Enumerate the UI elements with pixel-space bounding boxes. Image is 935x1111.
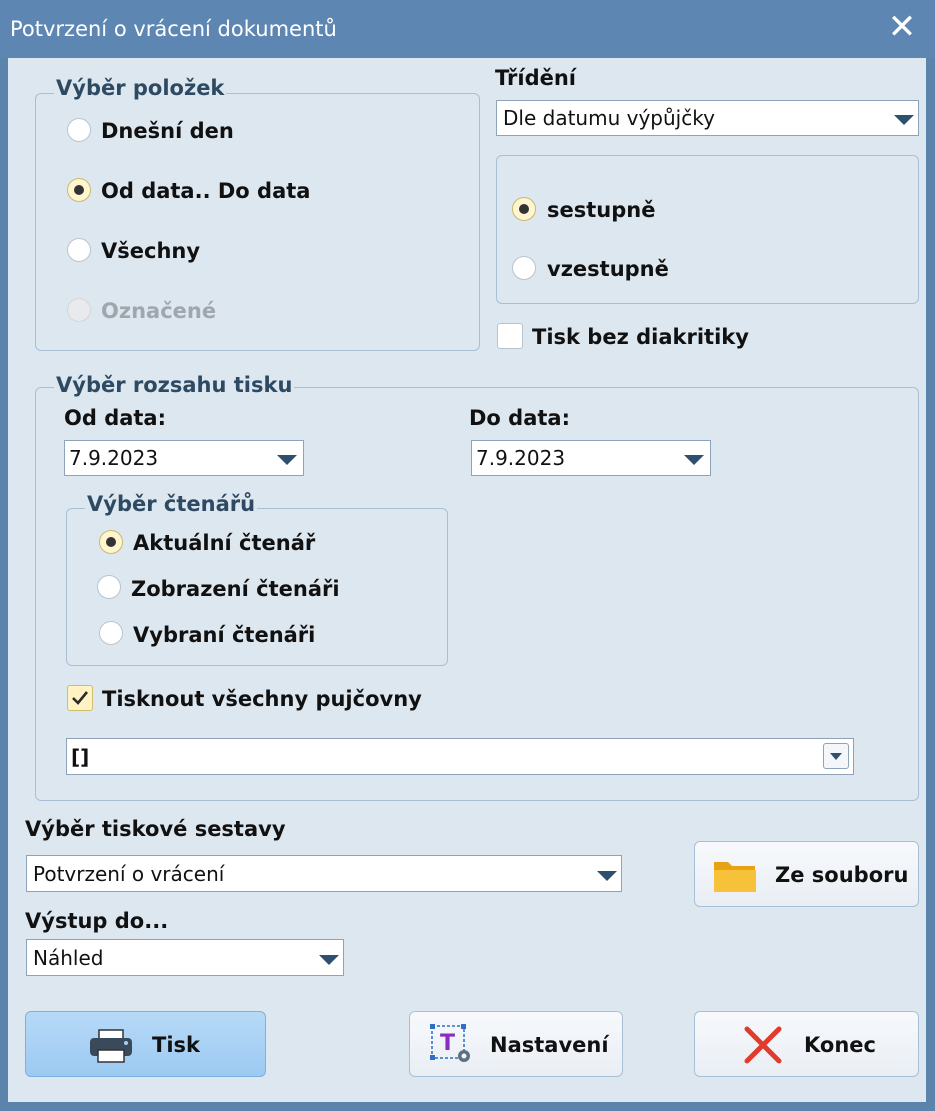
svg-text:T: T bbox=[440, 1031, 455, 1056]
range-group-legend: Výběr rozsahu tisku bbox=[54, 373, 295, 397]
radio-current-reader[interactable] bbox=[99, 530, 123, 554]
from-date-picker[interactable]: 7.9.2023 bbox=[64, 440, 304, 476]
template-settings-icon: T bbox=[430, 1024, 470, 1062]
chevron-down-icon[interactable] bbox=[684, 455, 704, 465]
sorting-select[interactable]: Dle datumu výpůjčky bbox=[496, 100, 919, 136]
report-select[interactable]: Potvrzení o vrácení bbox=[26, 855, 622, 892]
radio-descending[interactable] bbox=[512, 197, 536, 221]
radio-date-range-label[interactable]: Od data.. Do data bbox=[101, 179, 310, 203]
radio-displayed-readers-label[interactable]: Zobrazení čtenáři bbox=[131, 577, 340, 601]
to-date-picker[interactable]: 7.9.2023 bbox=[471, 440, 711, 476]
radio-descending-label[interactable]: sestupně bbox=[547, 198, 655, 222]
radio-selected-readers[interactable] bbox=[99, 621, 123, 645]
sorting-label: Třídění bbox=[495, 66, 576, 90]
no-diacritics-checkbox[interactable] bbox=[497, 323, 523, 349]
radio-all[interactable] bbox=[67, 238, 91, 262]
chevron-down-icon[interactable] bbox=[823, 743, 849, 769]
dialog-window: Potvrzení o vrácení dokumentů ✕ Výběr po… bbox=[0, 0, 935, 1111]
radio-displayed-readers[interactable] bbox=[97, 575, 121, 599]
sort-order-group bbox=[496, 155, 919, 304]
settings-button[interactable]: T Nastavení bbox=[409, 1011, 623, 1077]
output-label: Výstup do... bbox=[25, 909, 169, 933]
from-file-button[interactable]: Ze souboru bbox=[694, 841, 919, 907]
print-button-label: Tisk bbox=[152, 1033, 200, 1057]
radio-today[interactable] bbox=[67, 118, 91, 142]
no-diacritics-label[interactable]: Tisk bez diakritiky bbox=[532, 325, 749, 349]
output-select-value: Náhled bbox=[33, 945, 104, 970]
close-button[interactable]: Konec bbox=[694, 1011, 919, 1077]
close-button-label: Konec bbox=[804, 1033, 876, 1057]
radio-all-label[interactable]: Všechny bbox=[101, 239, 200, 263]
report-select-value: Potvrzení o vrácení bbox=[33, 861, 225, 886]
print-button[interactable]: Tisk bbox=[25, 1011, 266, 1077]
all-branches-label[interactable]: Tisknout všechny pujčovny bbox=[102, 687, 422, 711]
branches-select[interactable]: [] bbox=[66, 738, 854, 775]
title-bar[interactable]: Potvrzení o vrácení dokumentů ✕ bbox=[0, 0, 935, 58]
report-label: Výběr tiskové sestavy bbox=[25, 817, 286, 841]
to-date-label: Do data: bbox=[469, 406, 570, 430]
printer-icon bbox=[90, 1029, 132, 1063]
sorting-select-value: Dle datumu výpůjčky bbox=[503, 106, 715, 130]
chevron-down-icon[interactable] bbox=[597, 870, 617, 881]
radio-marked bbox=[67, 298, 91, 322]
radio-current-reader-label[interactable]: Aktuální čtenář bbox=[133, 531, 315, 555]
radio-today-label[interactable]: Dnešní den bbox=[101, 119, 234, 143]
checkmark-icon bbox=[72, 691, 89, 705]
radio-date-range[interactable] bbox=[67, 178, 91, 202]
to-date-value: 7.9.2023 bbox=[476, 446, 566, 470]
all-branches-checkbox[interactable] bbox=[67, 685, 93, 711]
radio-ascending-label[interactable]: vzestupně bbox=[547, 257, 669, 281]
close-icon[interactable]: ✕ bbox=[885, 10, 919, 44]
readers-group-legend: Výběr čtenářů bbox=[85, 492, 258, 516]
settings-button-label: Nastavení bbox=[490, 1033, 609, 1057]
red-x-icon bbox=[744, 1026, 782, 1064]
radio-selected-readers-label[interactable]: Vybraní čtenáři bbox=[133, 623, 315, 647]
chevron-down-icon[interactable] bbox=[319, 954, 339, 965]
from-file-button-label: Ze souboru bbox=[775, 863, 909, 887]
folder-icon bbox=[714, 862, 756, 892]
radio-ascending[interactable] bbox=[512, 256, 536, 280]
window-title: Potvrzení o vrácení dokumentů bbox=[10, 17, 337, 41]
from-date-value: 7.9.2023 bbox=[69, 446, 159, 470]
radio-marked-label: Označené bbox=[101, 299, 217, 323]
output-select[interactable]: Náhled bbox=[26, 939, 344, 976]
chevron-down-icon[interactable] bbox=[277, 455, 297, 465]
branches-select-value: [] bbox=[71, 744, 90, 769]
selection-group-legend: Výběr položek bbox=[54, 76, 227, 100]
chevron-down-icon[interactable] bbox=[894, 115, 914, 125]
from-date-label: Od data: bbox=[64, 406, 167, 430]
